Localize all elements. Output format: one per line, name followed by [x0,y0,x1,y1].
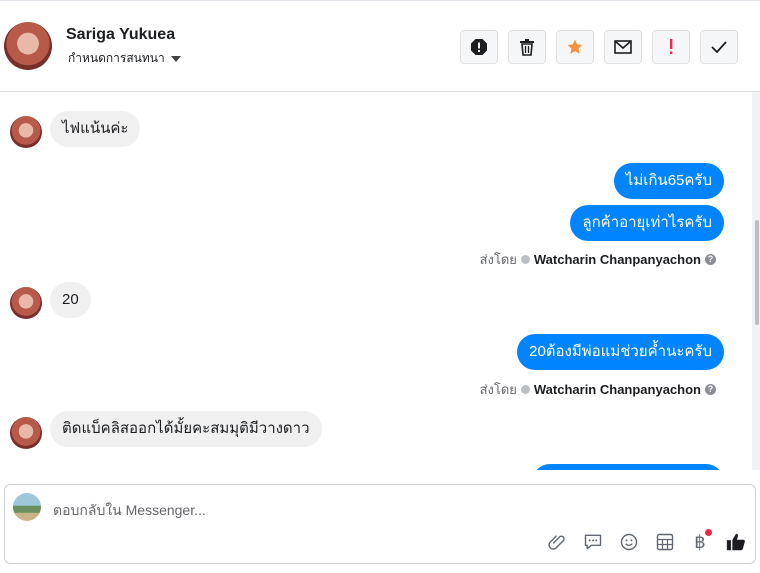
incoming-message[interactable]: ติดแบ็คลิสออกได้มั้ยคะสมมุติมีวางดาว [50,411,322,447]
help-icon[interactable]: ? [705,384,716,395]
contact-name[interactable]: Sariga Yukuea [66,26,175,44]
attach-button[interactable] [546,531,568,553]
notification-dot [705,529,712,536]
sender-name: Watcharin Chanpanyachon [533,252,701,267]
contact-avatar [10,417,42,449]
emoji-icon [620,533,638,551]
conversation-schedule-dropdown[interactable]: กำหนดการสนทนา [68,49,181,68]
conversation-schedule-label: กำหนดการสนทนา [68,51,165,65]
mark-spam-button[interactable] [460,30,498,64]
sent-by-prefix: ส่งโดย [479,252,517,267]
paperclip-icon [548,535,565,550]
outgoing-message[interactable]: ไม่เกิน65ครับ [613,163,724,199]
incoming-message[interactable]: 20 [50,282,91,318]
baht-icon: ฿ [694,531,706,552]
seen-icon [520,255,530,264]
message-thread[interactable]: ไฟแน้นค่ะ ไม่เกิน65ครับ ลูกค้าอายุเท่าไร… [0,92,752,470]
sender-name: Watcharin Chanpanyachon [533,382,701,397]
mark-unread-button[interactable] [604,30,642,64]
template-icon [656,533,674,551]
star-icon [567,39,583,54]
thumbs-up-icon [726,533,745,551]
help-icon[interactable]: ? [705,254,716,265]
thread-scrollbar-thumb[interactable] [755,220,759,325]
trash-icon [520,39,534,56]
reply-composer[interactable]: ตอบกลับใน Messenger... ฿ [4,484,756,564]
sent-by-prefix: ส่งโดย [479,382,517,397]
star-button[interactable] [556,30,594,64]
reply-input[interactable]: ตอบกลับใน Messenger... [53,500,206,522]
template-button[interactable] [654,531,676,553]
exclamation-icon [670,39,673,54]
contact-avatar[interactable] [4,22,52,70]
outgoing-message-partial [532,464,724,470]
speech-bubble-icon [584,534,602,550]
like-button[interactable] [725,531,747,553]
saved-replies-button[interactable] [582,531,604,553]
delete-button[interactable] [508,30,546,64]
mark-done-button[interactable] [700,30,738,64]
incoming-message[interactable]: ไฟแน้นค่ะ [50,111,141,147]
contact-avatar [10,287,42,319]
caret-down-icon [170,55,181,62]
conversation-header: Sariga Yukuea กำหนดการสนทนา [0,0,760,92]
seen-icon [520,385,530,394]
outgoing-message[interactable]: ลูกค้าอายุเท่าไรครับ [570,205,724,241]
flag-button[interactable] [652,30,690,64]
sent-by-label: ส่งโดย Watcharin Chanpanyachon ? [480,249,716,270]
page-avatar [13,493,41,521]
sent-by-label: ส่งโดย Watcharin Chanpanyachon ? [480,379,716,400]
contact-avatar [10,116,42,148]
outgoing-message[interactable]: 20ต้องมีพ่อแม่ช่วยค้ำนะครับ [517,334,724,370]
check-icon [711,41,727,53]
emoji-button[interactable] [618,531,640,553]
envelope-icon [614,40,632,54]
spam-icon [471,39,487,55]
